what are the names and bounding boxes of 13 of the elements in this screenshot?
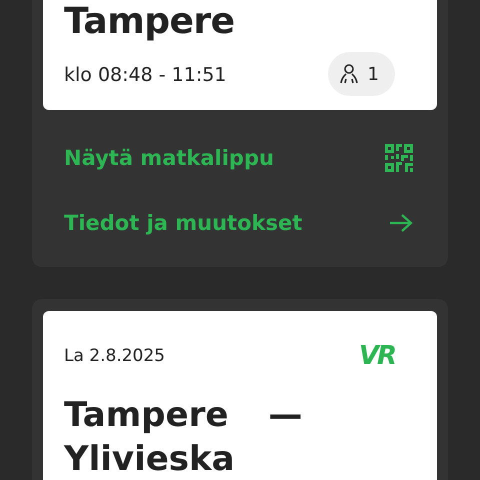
action-link[interactable]: Tiedot ja muutokset	[43, 190, 437, 255]
qr-code-icon	[385, 144, 413, 172]
logo: VR	[358, 341, 395, 371]
route-dash: —	[268, 394, 302, 437]
passenger-count-chip: 1	[328, 52, 395, 96]
destination-title: Tampere	[64, 0, 236, 44]
person-icon	[338, 63, 360, 85]
origin-station: Tampere	[64, 394, 228, 437]
action-link[interactable]: Näytä matkalippu	[43, 125, 437, 190]
arrow-right-icon	[389, 212, 413, 232]
trip-date: La 2.8.2025	[64, 346, 165, 366]
destination-station: Ylivieska	[64, 438, 235, 480]
time-range: klo 08:48 - 11:51	[64, 64, 226, 86]
